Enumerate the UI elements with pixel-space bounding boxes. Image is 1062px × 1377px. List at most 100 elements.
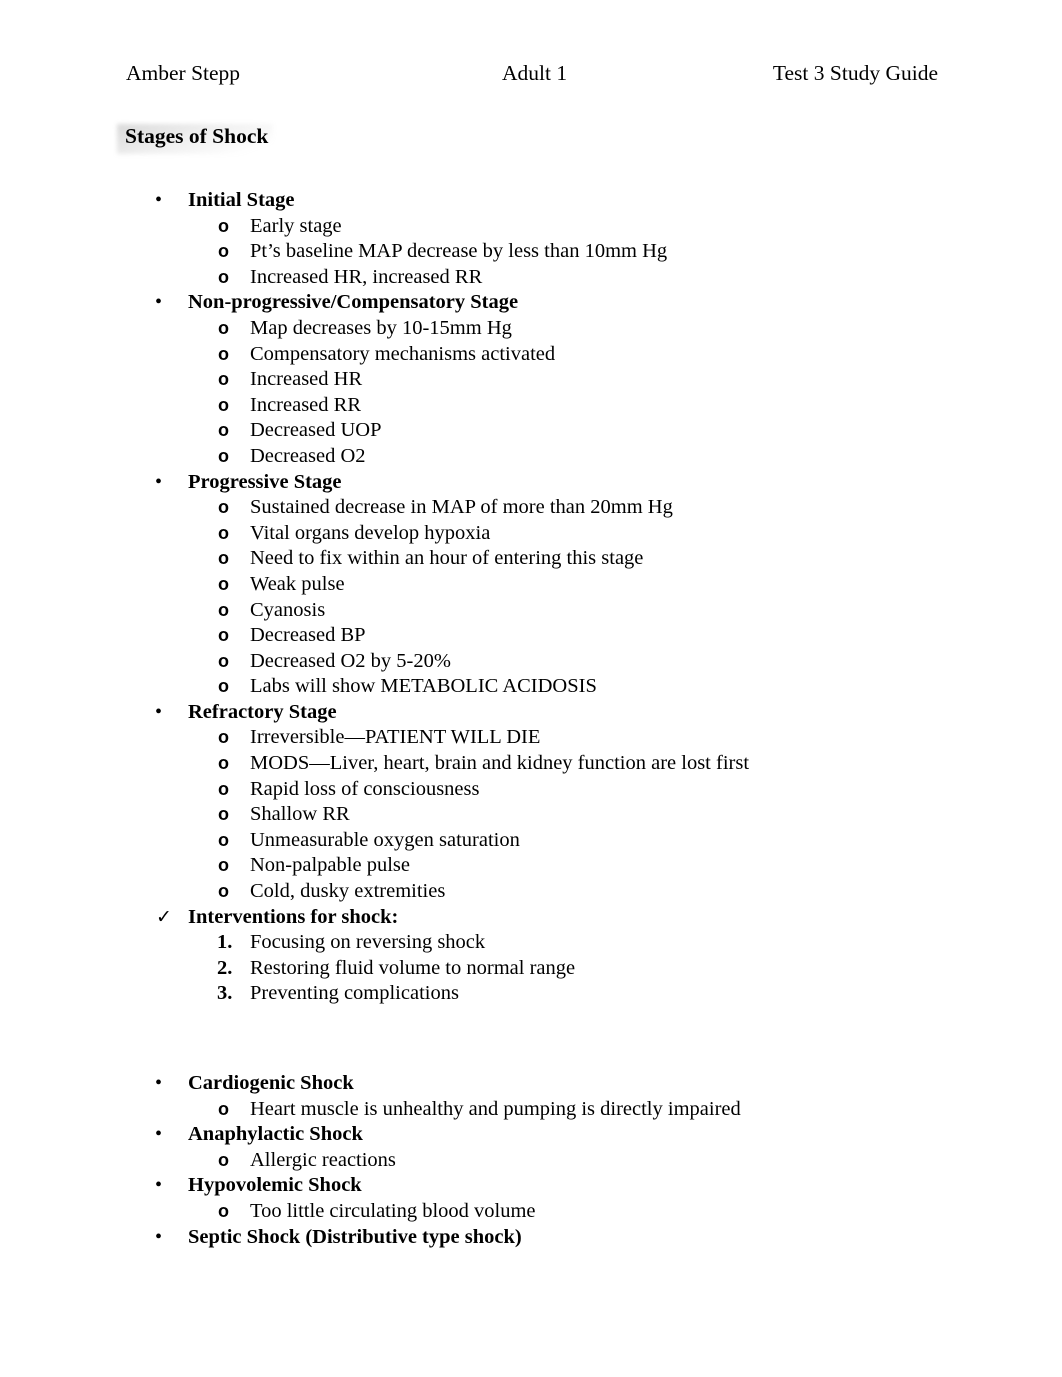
outline-item-level1: • Hypovolemic Shock	[0, 1173, 1062, 1199]
outline-item-level2: o Allergic reactions	[0, 1148, 1062, 1174]
document-header: Amber Stepp Adult 1 Test 3 Study Guide	[126, 58, 938, 88]
outline-item-text: Shallow RR	[250, 803, 350, 826]
checkmark-icon: ✓	[156, 905, 172, 928]
circle-bullet-icon: o	[218, 753, 229, 774]
outline-item-level2: 3. Preventing complications	[0, 981, 1062, 1007]
circle-bullet-icon: o	[218, 369, 229, 390]
outline-item-text: Septic Shock (Distributive type shock)	[188, 1225, 522, 1248]
outline-item-text: Weak pulse	[250, 572, 345, 595]
document-page: Amber Stepp Adult 1 Test 3 Study Guide S…	[0, 0, 1062, 1377]
circle-bullet-icon: o	[218, 1200, 229, 1221]
disc-bullet-icon: •	[155, 470, 163, 493]
outline-item-text: Cardiogenic Shock	[188, 1072, 354, 1094]
outline-item-text: Cyanosis	[250, 598, 326, 621]
outline-item-level2: o Non-palpable pulse	[0, 853, 1062, 879]
outline-item-text: Increased HR	[250, 368, 363, 391]
outline-item-level2: o Compensatory mechanisms activated	[0, 342, 1062, 368]
outline-item-level1: • Cardiogenic Shock	[0, 1071, 1062, 1097]
outline-item-text: MODS—Liver, heart, brain and kidney func…	[250, 752, 750, 775]
outline-item-text: Decreased UOP	[250, 419, 382, 442]
outline-item-level2: o Irreversible—PATIENT WILL DIE	[0, 725, 1062, 751]
outline-item-level2: o Unmeasurable oxygen saturation	[0, 828, 1062, 854]
outline-item-level2: o Rapid loss of consciousness	[0, 777, 1062, 803]
disc-bullet-icon: •	[155, 291, 163, 314]
circle-bullet-icon: o	[218, 778, 229, 799]
circle-bullet-icon: o	[218, 1149, 229, 1170]
outline-item-level2: o Decreased UOP	[0, 418, 1062, 444]
circle-bullet-icon: o	[218, 317, 229, 338]
header-title: Test 3 Study Guide	[772, 61, 938, 85]
outline-item-text: Vital organs develop hypoxia	[250, 521, 491, 544]
circle-bullet-icon: o	[218, 855, 229, 876]
outline-item-text: Decreased BP	[250, 624, 366, 647]
outline-item-level2: o Heart muscle is unhealthy and pumping i…	[0, 1097, 1062, 1123]
circle-bullet-icon: o	[218, 497, 229, 518]
circle-bullet-icon: o	[218, 727, 229, 748]
outline-item-level2: o Increased HR	[0, 367, 1062, 393]
circle-bullet-icon: o	[218, 676, 229, 697]
outline-item-text: Map decreases by 10-15mm Hg	[250, 316, 512, 339]
outline-item-text: Increased RR	[250, 393, 361, 416]
outline-item-level2: o Cyanosis	[0, 598, 1062, 624]
outline-item-level1: • Initial Stage	[0, 188, 1062, 214]
outline-spacer	[0, 1007, 1062, 1071]
circle-bullet-icon: o	[218, 522, 229, 543]
circle-bullet-icon: o	[218, 1098, 229, 1119]
outline-item-text: Heart muscle is unhealthy and pumping is…	[250, 1097, 741, 1120]
outline-item-level2: o Sustained decrease in MAP of more than …	[0, 495, 1062, 521]
circle-bullet-icon: o	[218, 266, 229, 287]
outline-item-text: Irreversible—PATIENT WILL DIE	[250, 726, 541, 749]
outline-item-text: Increased HR, increased RR	[250, 265, 483, 288]
outline-list: • Initial Stage o Early stage o Pt’s baseline…	[0, 188, 1062, 1250]
outline-item-level2: 2. Restoring fluid volume to normal range	[0, 956, 1062, 982]
outline-item-text: Too little circulating blood volume	[250, 1199, 536, 1222]
circle-bullet-icon: o	[218, 829, 229, 850]
header-course: Adult 1	[502, 61, 568, 85]
outline-item-text: Decreased O2	[250, 444, 366, 467]
disc-bullet-icon: •	[155, 700, 163, 723]
header-author: Amber Stepp	[126, 61, 241, 85]
outline-item-level1: • Septic Shock (Distributive type shock)	[0, 1225, 1062, 1251]
circle-bullet-icon: o	[218, 804, 229, 825]
outline-item-level2: o Increased HR, increased RR	[0, 265, 1062, 291]
outline-item-level2: o Shallow RR	[0, 802, 1062, 828]
outline-item-text: Compensatory mechanisms activated	[250, 342, 556, 365]
outline-item-level2: o Labs will show METABOLIC ACIDOSIS	[0, 674, 1062, 700]
outline-item-level2: 1. Focusing on reversing shock	[0, 930, 1062, 956]
section-heading-container: Stages of Shock	[117, 121, 276, 154]
outline-item-level2: o Weak pulse	[0, 572, 1062, 598]
page-title: Stages of Shock	[125, 124, 269, 148]
outline-item-text: Refractory Stage	[188, 700, 337, 723]
outline-item-text: Pt’s baseline MAP decrease by less than …	[250, 240, 668, 263]
outline-item-level2: o Increased RR	[0, 393, 1062, 419]
outline-item-level1: • Non-progressive/Compensatory Stage	[0, 290, 1062, 316]
circle-bullet-icon: o	[218, 343, 229, 364]
outline-item-text: Labs will show METABOLIC ACIDOSIS	[250, 675, 597, 698]
outline-item-text: Non-palpable pulse	[250, 854, 410, 877]
outline-item-level1: • Refractory Stage	[0, 700, 1062, 726]
outline-item-text: Initial Stage	[188, 189, 295, 211]
outline-item-text: Allergic reactions	[250, 1148, 396, 1171]
outline-item-text: Cold, dusky extremities	[250, 880, 446, 903]
outline-item-text: Need to fix within an hour of entering t…	[250, 547, 644, 570]
circle-bullet-icon: o	[218, 650, 229, 671]
list-number-marker: 1.	[217, 931, 233, 954]
outline-item-text: Interventions for shock:	[188, 905, 399, 928]
outline-item-level2: o Pt’s baseline MAP decrease by less than…	[0, 239, 1062, 265]
outline-item-level2: o Too little circulating blood volume	[0, 1199, 1062, 1225]
disc-bullet-icon: •	[155, 1225, 163, 1248]
outline-item-text: Sustained decrease in MAP of more than 2…	[250, 496, 673, 519]
circle-bullet-icon: o	[218, 599, 229, 620]
outline-item-level2: o Cold, dusky extremities	[0, 879, 1062, 905]
outline-item-text: Rapid loss of consciousness	[250, 777, 480, 800]
outline-item-level2: o Decreased O2 by 5-20%	[0, 649, 1062, 675]
outline-item-text: Non-progressive/Compensatory Stage	[188, 291, 519, 314]
circle-bullet-icon: o	[218, 241, 229, 262]
circle-bullet-icon: o	[218, 420, 229, 441]
disc-bullet-icon: •	[155, 189, 163, 211]
outline-item-text: Hypovolemic Shock	[188, 1174, 362, 1197]
outline-item-text: Decreased O2 by 5-20%	[250, 649, 451, 672]
circle-bullet-icon: o	[218, 215, 229, 236]
outline-item-text: Anaphylactic Shock	[188, 1123, 363, 1146]
outline-item-level2: o Decreased O2	[0, 444, 1062, 470]
